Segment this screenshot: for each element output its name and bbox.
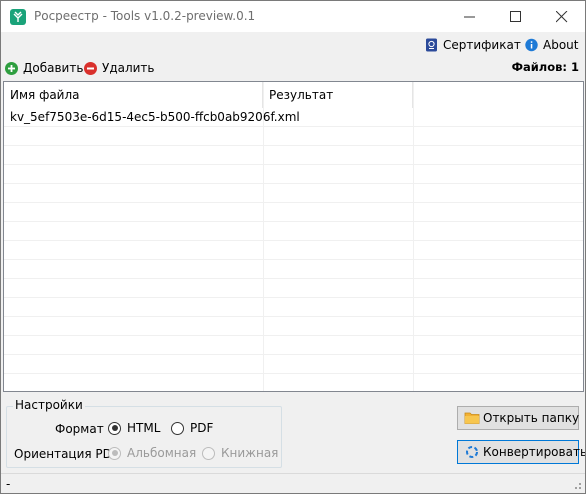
add-button[interactable]: Добавить xyxy=(5,60,83,76)
minimize-icon xyxy=(464,16,475,18)
toolbar: Добавить Удалить Файлов: 1 xyxy=(1,56,585,80)
radio-unselected-icon xyxy=(171,421,184,435)
maximize-button[interactable] xyxy=(493,1,539,32)
format-pdf-radio[interactable]: PDF xyxy=(171,421,213,435)
delete-button[interactable]: Удалить xyxy=(84,60,155,76)
row-divider xyxy=(4,164,583,165)
status-bar: - xyxy=(1,473,585,493)
delete-label: Удалить xyxy=(102,61,155,75)
file-grid[interactable]: Имя файла Результат kv_5ef7503e-6d15-4ec… xyxy=(3,81,584,392)
title-bar[interactable]: Росреестр - Tools v1.0.2-preview.0.1 xyxy=(1,1,585,32)
app-logo-icon xyxy=(10,9,26,25)
add-label: Добавить xyxy=(23,61,84,75)
row-divider xyxy=(4,259,583,260)
format-label: Формат xyxy=(55,422,104,436)
maximize-icon xyxy=(510,11,521,22)
close-icon xyxy=(556,11,568,23)
orientation-landscape-radio[interactable]: Альбомная xyxy=(108,446,196,460)
settings-legend: Настройки xyxy=(13,398,85,412)
open-folder-button[interactable]: Открыть папку xyxy=(457,406,579,430)
column-divider xyxy=(413,82,414,391)
row-divider xyxy=(4,240,583,241)
orientation-landscape-label: Альбомная xyxy=(127,446,197,460)
row-divider xyxy=(4,373,583,374)
delete-icon xyxy=(84,61,97,75)
status-text: - xyxy=(6,477,11,491)
info-icon xyxy=(525,38,538,52)
close-button[interactable] xyxy=(539,1,585,32)
orientation-portrait-radio[interactable]: Книжная xyxy=(202,446,278,460)
menu-bar: Сертификат About xyxy=(1,32,585,56)
about-label: About xyxy=(543,38,579,52)
folder-icon xyxy=(464,411,480,425)
refresh-icon xyxy=(464,445,480,459)
row-divider xyxy=(4,145,583,146)
certificate-icon xyxy=(425,38,438,52)
files-count: Файлов: 1 xyxy=(511,60,579,74)
row-divider xyxy=(4,335,583,336)
convert-button[interactable]: Конвертировать xyxy=(457,440,585,464)
add-icon xyxy=(5,61,18,75)
radio-unselected-icon xyxy=(202,446,215,460)
resize-grip-icon[interactable] xyxy=(572,480,582,490)
row-divider xyxy=(4,316,583,317)
app-window: Росреестр - Tools v1.0.2-preview.0.1 Сер… xyxy=(0,0,586,494)
window-title: Росреестр - Tools v1.0.2-preview.0.1 xyxy=(34,9,256,23)
column-header-result[interactable]: Результат xyxy=(263,82,413,108)
row-divider xyxy=(4,221,583,222)
orientation-portrait-label: Книжная xyxy=(221,446,279,460)
format-pdf-label: PDF xyxy=(190,421,214,435)
format-html-radio[interactable]: HTML xyxy=(108,421,160,435)
row-divider xyxy=(4,202,583,203)
table-row-filename[interactable]: kv_5ef7503e-6d15-4ec5-b500-ffcb0ab9206f.… xyxy=(10,110,300,124)
minimize-button[interactable] xyxy=(447,1,493,32)
radio-selected-icon xyxy=(108,421,121,435)
open-folder-label: Открыть папку xyxy=(483,411,580,425)
radio-selected-icon xyxy=(108,446,121,460)
grid-header: Имя файла Результат xyxy=(4,82,583,108)
column-divider xyxy=(263,82,264,391)
row-divider xyxy=(4,126,583,127)
row-divider xyxy=(4,183,583,184)
about-menu-item[interactable]: About xyxy=(525,36,578,54)
row-divider xyxy=(4,297,583,298)
certificate-menu-item[interactable]: Сертификат xyxy=(425,36,521,54)
orientation-label: Ориентация PDF xyxy=(14,447,119,461)
column-header-filename[interactable]: Имя файла xyxy=(4,82,263,108)
row-divider xyxy=(4,354,583,355)
certificate-label: Сертификат xyxy=(443,38,521,52)
format-html-label: HTML xyxy=(127,421,161,435)
row-divider xyxy=(4,278,583,279)
convert-label: Конвертировать xyxy=(483,445,586,459)
